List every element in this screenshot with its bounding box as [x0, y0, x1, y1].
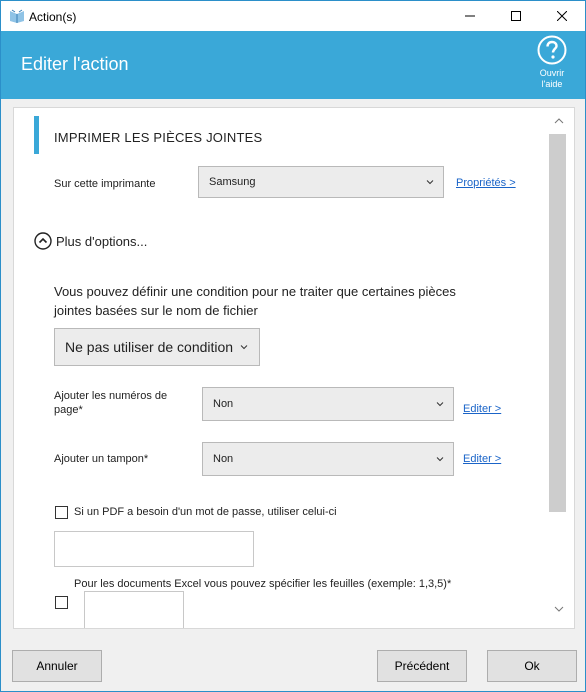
printer-label: Sur cette imprimante [54, 178, 156, 190]
help-button[interactable]: Ouvrir l'aide [529, 35, 575, 97]
excel-sheets-checkbox[interactable] [55, 596, 68, 609]
more-options-label: Plus d'options... [56, 233, 148, 249]
chevron-up-circle-icon [34, 232, 52, 250]
stamp-select-value: Non [213, 453, 234, 465]
dialog-header: Editer l'action Ouvrir l'aide [1, 31, 585, 99]
page-numbers-label-1: Ajouter les numéros de [54, 390, 168, 402]
help-label-1: Ouvrir [539, 68, 565, 78]
condition-select-value: Ne pas utiliser de condition [65, 339, 234, 355]
scrollbar-thumb[interactable] [549, 134, 566, 512]
stamp-select[interactable]: Non [202, 442, 454, 476]
page-numbers-select[interactable]: Non [202, 387, 454, 421]
section-title: IMPRIMER LES PIÈCES JOINTES [54, 130, 263, 145]
chevron-down-icon [240, 345, 248, 350]
close-button[interactable] [539, 1, 585, 31]
page-numbers-select-value: Non [213, 398, 234, 410]
printer-select[interactable]: Samsung [198, 166, 444, 198]
pdf-password-label: Si un PDF a besoin d'un mot de passe, ut… [74, 506, 337, 518]
pdf-password-input[interactable] [54, 531, 254, 567]
title-bar: Action(s) [1, 1, 585, 31]
maximize-icon [511, 11, 521, 21]
scroll-up-icon[interactable] [553, 116, 565, 126]
chevron-down-icon [426, 180, 434, 185]
printer-select-value: Samsung [209, 176, 256, 188]
maximize-button[interactable] [493, 1, 539, 31]
section-accent-bar [34, 116, 39, 154]
action-panel: IMPRIMER LES PIÈCES JOINTES Sur cette im… [13, 107, 575, 629]
pdf-password-checkbox[interactable] [55, 506, 68, 519]
scroll-down-icon[interactable] [553, 604, 565, 614]
ok-button[interactable]: Ok [487, 650, 577, 682]
condition-select[interactable]: Ne pas utiliser de condition [54, 328, 260, 366]
page-title: Editer l'action [21, 54, 129, 74]
excel-sheets-input[interactable] [84, 591, 184, 628]
minimize-button[interactable] [447, 1, 493, 31]
stamp-edit-link[interactable]: Editer > [463, 453, 501, 465]
cancel-button[interactable]: Annuler [12, 650, 102, 682]
printer-properties-link[interactable]: Propriétés > [456, 177, 516, 189]
chevron-down-icon [436, 457, 444, 462]
minimize-icon [465, 15, 475, 17]
chevron-down-icon [436, 402, 444, 407]
page-numbers-label-2: page* [54, 404, 83, 416]
app-icon [10, 9, 24, 23]
previous-button[interactable]: Précédent [377, 650, 467, 682]
close-icon [557, 11, 567, 21]
page-numbers-edit-link[interactable]: Editer > [463, 403, 501, 415]
dialog-window: Action(s) Editer l'action Ouvrir l'aide … [0, 0, 586, 692]
condition-description: Vous pouvez définir une condition pour n… [54, 284, 456, 318]
excel-sheets-label: Pour les documents Excel vous pouvez spé… [74, 578, 452, 590]
help-icon [537, 35, 567, 65]
stamp-label: Ajouter un tampon* [54, 453, 149, 465]
help-label-2: l'aide [541, 79, 563, 89]
more-options-toggle[interactable]: Plus d'options... [34, 232, 147, 250]
window-title: Action(s) [29, 10, 77, 24]
vertical-scrollbar[interactable] [549, 108, 569, 628]
